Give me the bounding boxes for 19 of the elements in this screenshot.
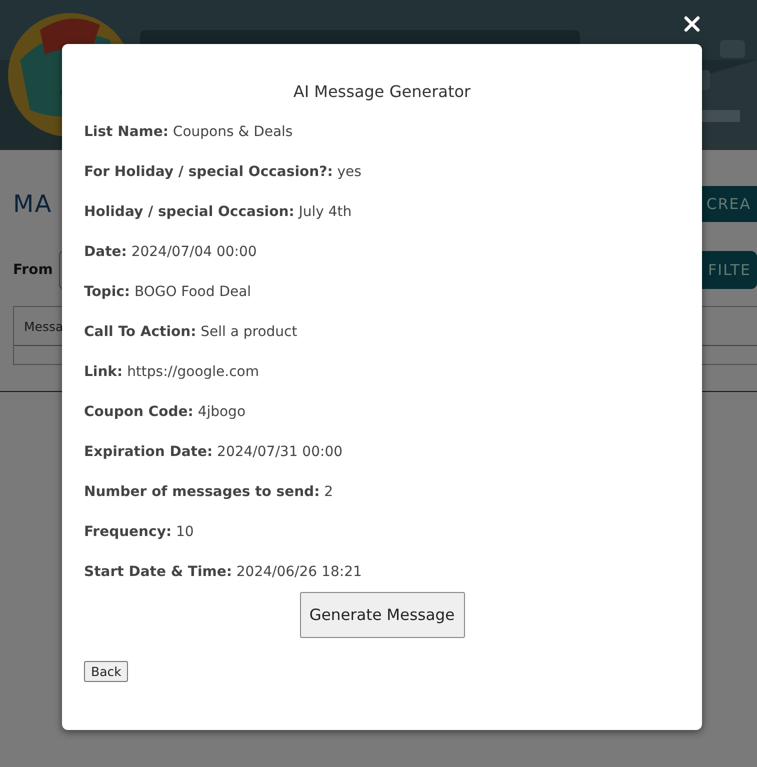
- field-text: For Holiday / special Occasion?: yes: [84, 163, 362, 182]
- field-text: Start Date & Time: 2024/06/26 18:21: [84, 563, 363, 582]
- field-text: List Name: Coupons & Deals: [84, 123, 294, 142]
- field-text: Date: 2024/07/04 00:00: [84, 243, 258, 262]
- field-text: Call To Action: Sell a product: [84, 323, 298, 342]
- field-text: Topic: BOGO Food Deal: [84, 283, 252, 302]
- column-header: Messa: [24, 318, 64, 334]
- field-text: Holiday / special Occasion: July 4th: [84, 203, 353, 222]
- field-text: Frequency: 10: [84, 523, 195, 542]
- dialog-title: AI Message Generator: [292, 82, 472, 101]
- field-text: Link: https://google.com: [84, 363, 260, 382]
- field-text: Expiration Date: 2024/07/31 00:00: [84, 443, 344, 462]
- field-text: Number of messages to send: 2: [84, 483, 334, 502]
- close-icon[interactable]: [683, 15, 701, 33]
- back-button[interactable]: Back: [84, 661, 128, 682]
- field-text: Coupon Code: 4jbogo: [84, 403, 247, 422]
- page-heading: MA: [13, 190, 52, 218]
- from-label: From: [13, 262, 53, 278]
- generate-message-button[interactable]: Generate Message: [300, 592, 464, 638]
